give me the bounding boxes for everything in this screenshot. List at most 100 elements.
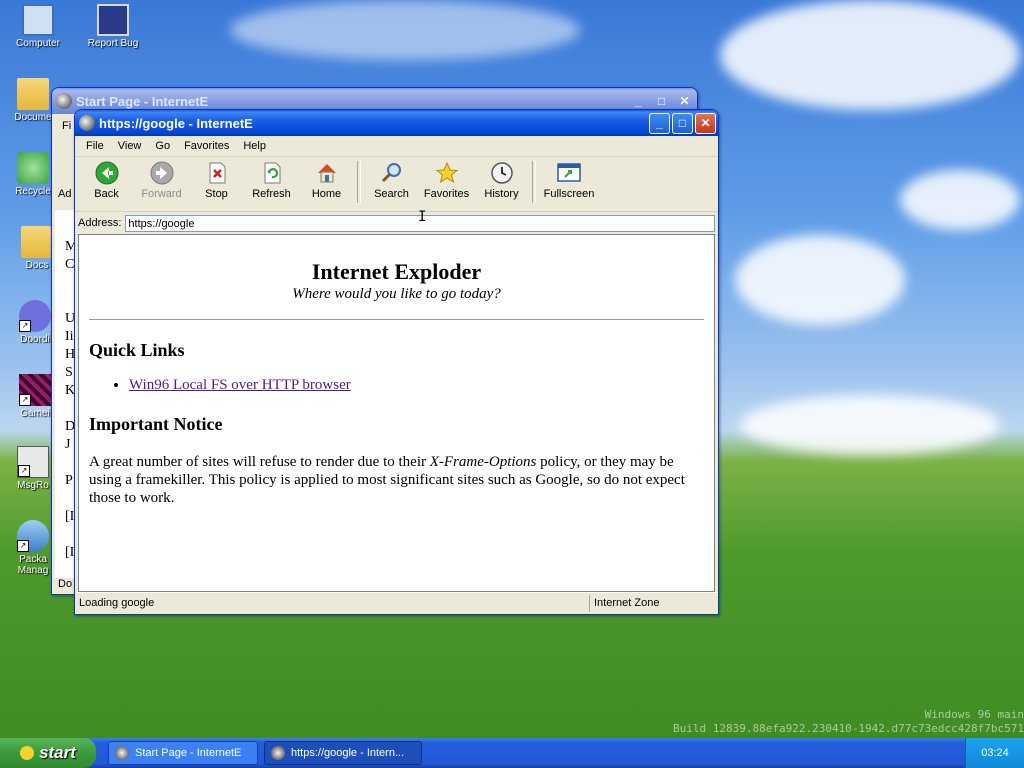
menu-view[interactable]: View	[111, 140, 149, 152]
search-label: Search	[374, 188, 409, 200]
menu-file[interactable]: File	[79, 140, 111, 152]
system-tray: 03:24	[965, 738, 1024, 768]
stop-label: Stop	[205, 188, 228, 200]
forward-arrow-icon	[150, 161, 174, 185]
page-title: Internet Exploder	[311, 259, 482, 284]
home-button[interactable]: Home	[299, 161, 354, 200]
menu-favorites[interactable]: Favorites	[177, 140, 236, 152]
task-button-start-page[interactable]: Start Page - InternetE	[108, 741, 258, 765]
page-divider	[89, 319, 704, 320]
browser-icon	[271, 746, 285, 760]
report-bug-icon	[97, 4, 129, 36]
address-label: Address:	[78, 217, 122, 229]
status-bar: Loading google Internet Zone	[75, 592, 718, 614]
back-window-address-label: Ad	[58, 188, 72, 200]
back-arrow-icon	[95, 161, 119, 185]
stop-button[interactable]: Stop	[189, 161, 244, 200]
cloud	[740, 395, 1000, 455]
home-label: Home	[311, 188, 342, 200]
shortcut-arrow-icon: ↗	[19, 320, 31, 332]
menu-go[interactable]: Go	[148, 140, 177, 152]
shortcut-arrow-icon: ↗	[19, 394, 31, 406]
quick-link[interactable]: Win96 Local FS over HTTP browser	[129, 377, 351, 393]
favorites-label: Favorites	[423, 188, 470, 200]
build-watermark: Windows 96 main Build 12839.88efa922.230…	[673, 708, 1024, 736]
history-button[interactable]: History	[474, 161, 529, 200]
back-window-status: Do	[58, 578, 73, 590]
fullscreen-button[interactable]: Fullscreen	[539, 161, 599, 200]
folder-icon	[21, 226, 53, 258]
task-label: Start Page - InternetE	[135, 747, 242, 759]
address-bar: Address: https://google	[75, 212, 718, 235]
recycle-bin-icon	[17, 152, 49, 184]
notice-text-start: A great number of sites will refuse to r…	[89, 454, 430, 470]
clock[interactable]: 03:24	[981, 747, 1009, 759]
forward-label: Forward	[141, 188, 182, 200]
quick-links-heading: Quick Links	[89, 340, 185, 360]
desktop-icon-report-bug[interactable]: Report Bug	[78, 4, 148, 49]
page-header: Internet Exploder Where would you like t…	[79, 259, 714, 303]
start-button[interactable]: start	[0, 738, 96, 768]
game-icon: ↗	[19, 374, 51, 406]
toolbar-separator	[532, 161, 536, 203]
forward-button[interactable]: Forward	[134, 161, 189, 200]
toolbar: Back Forward Stop Refresh Home Search Fa…	[75, 157, 718, 212]
package-manager-icon: ↗	[17, 520, 49, 552]
desktop-icon-label: Packa Manag	[17, 554, 49, 576]
star-icon	[435, 161, 459, 185]
notice-text: A great number of sites will refuse to r…	[89, 453, 704, 507]
computer-icon	[22, 4, 54, 36]
cloud	[900, 170, 1020, 230]
refresh-icon	[260, 161, 284, 185]
taskbar: start Start Page - InternetE https://goo…	[0, 738, 1024, 768]
notice-heading: Important Notice	[89, 414, 223, 434]
zone-indicator: Internet Zone	[594, 597, 660, 609]
discord-icon: ↗	[19, 300, 51, 332]
desktop-icon-label: Computer	[16, 38, 60, 49]
maximize-button[interactable]: □	[672, 112, 693, 134]
watermark-line: Windows 96 main	[924, 708, 1024, 721]
toolbar-separator	[357, 161, 361, 203]
favorites-button[interactable]: Favorites	[419, 161, 474, 200]
notice-policy-name: X-Frame-Options	[429, 454, 537, 470]
search-icon	[380, 161, 404, 185]
menu-help[interactable]: Help	[236, 140, 273, 152]
list-item: Win96 Local FS over HTTP browser	[129, 377, 714, 394]
back-label: Back	[94, 188, 119, 200]
page-viewport: Internet Exploder Where would you like t…	[78, 234, 715, 592]
window-title: https://google - InternetE	[99, 115, 253, 131]
home-icon	[315, 161, 339, 185]
desktop-icon-label: Report Bug	[87, 38, 139, 49]
cloud	[720, 0, 1020, 110]
shortcut-arrow-icon: ↗	[18, 465, 30, 477]
history-icon	[490, 161, 514, 185]
cloud	[735, 235, 905, 325]
start-label: start	[39, 743, 76, 762]
menu-bar: File View Go Favorites Help	[75, 136, 718, 157]
back-button[interactable]: Back	[79, 161, 134, 200]
search-button[interactable]: Search	[364, 161, 419, 200]
cloud	[230, 0, 580, 60]
browser-icon	[115, 746, 129, 760]
desktop-icon-computer[interactable]: Computer	[3, 4, 73, 49]
history-label: History	[484, 188, 519, 200]
status-text: Loading google	[75, 595, 590, 612]
fullscreen-label: Fullscreen	[543, 188, 595, 200]
browser-icon	[56, 93, 72, 109]
refresh-label: Refresh	[252, 188, 291, 200]
fullscreen-icon	[557, 161, 581, 185]
folder-icon	[17, 78, 49, 110]
stop-icon	[205, 161, 229, 185]
window-titlebar[interactable]: https://google - InternetE _ □ ✕	[75, 110, 718, 136]
minimize-button[interactable]: _	[649, 112, 670, 134]
task-label: https://google - Intern...	[291, 747, 405, 759]
close-button[interactable]: ✕	[695, 112, 716, 134]
shortcut-arrow-icon: ↗	[17, 540, 29, 552]
menu-file[interactable]: Fi	[62, 120, 71, 132]
task-button-google[interactable]: https://google - Intern...	[264, 741, 422, 765]
refresh-button[interactable]: Refresh	[244, 161, 299, 200]
windows-logo-icon	[20, 746, 35, 760]
watermark-line: Build 12839.88efa922.230410-1942.d77c73e…	[673, 722, 1024, 735]
browser-window[interactable]: https://google - InternetE _ □ ✕ File Vi…	[74, 109, 719, 615]
quick-links-list: Win96 Local FS over HTTP browser	[79, 377, 714, 394]
